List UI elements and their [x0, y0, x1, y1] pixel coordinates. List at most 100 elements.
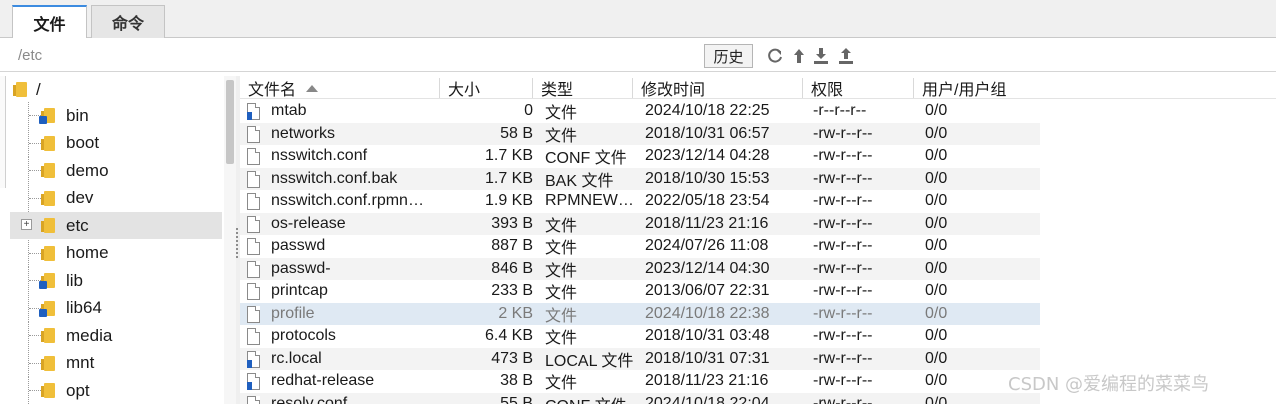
tree-item-dev[interactable]: dev [10, 184, 222, 212]
column-header-modified[interactable]: 修改时间 [633, 78, 803, 99]
file-name-cell: os-release [271, 214, 346, 232]
tree-item-label: / [36, 79, 41, 99]
tree-item-home[interactable]: home [10, 239, 222, 267]
file-modified-cell: 2018/10/31 06:57 [645, 124, 770, 142]
tree-item-demo[interactable]: demo [10, 157, 222, 184]
tree-item-bin[interactable]: bin [10, 102, 222, 129]
file-owner-cell: 0/0 [925, 147, 948, 165]
file-permissions-cell: -rw-r--r-- [813, 372, 873, 390]
file-size-cell: 846 B [491, 259, 533, 277]
file-owner-cell: 0/0 [925, 237, 948, 255]
file-permissions-cell: -rw-r--r-- [813, 327, 873, 345]
file-owner-cell: 0/0 [925, 394, 948, 404]
file-modified-cell: 2018/11/23 21:16 [645, 214, 769, 232]
file-icon [247, 193, 261, 210]
table-row[interactable]: mtab 0 文件 2024/10/18 22:25 -r--r--r-- 0/0 [240, 100, 1040, 123]
path-input[interactable] [10, 42, 700, 68]
file-owner-cell: 0/0 [925, 349, 948, 367]
file-owner-cell: 0/0 [925, 214, 948, 232]
table-row[interactable]: profile 2 KB 文件 2024/10/18 22:38 -rw-r--r-- 0… [240, 302, 1040, 325]
tree-item-label: demo [66, 160, 109, 180]
tree-item-label: etc [66, 215, 89, 235]
table-row[interactable]: resolv.conf 55 B CONF 文件 2024/10/18 22:04 -r… [240, 392, 1040, 404]
column-header-label: 用户/用户组 [922, 82, 1007, 99]
expand-icon[interactable]: + [21, 219, 32, 230]
folder-icon [41, 163, 55, 178]
file-list-header: 文件名 大小 类型 修改时间 权限 用户/用户组 [240, 76, 1276, 99]
table-row[interactable]: redhat-release 38 B 文件 2018/11/23 21:16 -rw-… [240, 370, 1040, 393]
table-row[interactable]: protocols 6.4 KB 文件 2018/10/31 03:48 -rw-r--… [240, 325, 1040, 348]
file-type-cell: 文件 [545, 105, 578, 123]
tree-item-label: lib [66, 270, 84, 290]
file-size-cell: 2 KB [498, 304, 533, 322]
go-up-icon[interactable] [789, 46, 809, 66]
column-header-label: 大小 [448, 82, 481, 99]
column-header-type[interactable]: 类型 [533, 78, 633, 99]
column-header-owner[interactable]: 用户/用户组 [914, 78, 1034, 99]
download-icon[interactable] [811, 46, 831, 66]
tree-item-label: boot [66, 133, 100, 152]
file-icon [247, 350, 261, 368]
file-icon [247, 260, 261, 278]
tree-root[interactable]: / [10, 76, 222, 103]
tree-item-media[interactable]: media [10, 322, 222, 349]
file-permissions-cell: -rw-r--r-- [813, 124, 873, 142]
tree-item-etc[interactable]: + etc [10, 212, 222, 239]
folder-icon [41, 383, 55, 398]
file-modified-cell: 2024/10/18 22:04 [645, 394, 770, 404]
table-row[interactable]: nsswitch.conf 1.7 KB CONF 文件 2023/12/14 04:… [240, 145, 1040, 168]
file-modified-cell: 2024/10/18 22:25 [645, 102, 770, 120]
file-type-cell: 文件 [545, 285, 578, 303]
file-icon [247, 395, 261, 404]
file-size-cell: 887 B [491, 237, 533, 255]
file-permissions-cell: -rw-r--r-- [813, 349, 873, 367]
file-type-cell: 文件 [545, 262, 578, 280]
symlink-icon [247, 112, 252, 120]
tab-files[interactable]: 文件 [12, 5, 87, 39]
tree-item-boot[interactable]: boot [10, 129, 222, 157]
sort-ascending-icon [306, 84, 319, 92]
file-name-cell: profile [271, 304, 315, 322]
history-button[interactable]: 历史 [704, 44, 753, 68]
table-row[interactable]: printcap 233 B 文件 2013/06/07 22:31 -rw-r--r-… [240, 280, 1040, 303]
refresh-icon[interactable] [765, 46, 785, 66]
file-permissions-cell: -rw-r--r-- [813, 237, 873, 255]
file-name-cell: printcap [271, 282, 328, 300]
table-row[interactable]: rc.local 473 B LOCAL 文件 2018/10/31 07:31 -rw… [240, 347, 1040, 370]
column-header-name[interactable]: 文件名 [240, 78, 440, 99]
file-type-cell: 文件 [545, 375, 578, 393]
table-row[interactable]: networks 58 B 文件 2018/10/31 06:57 -rw-r--r--… [240, 122, 1040, 145]
tree-item-opt[interactable]: opt [10, 377, 222, 404]
file-name-cell: networks [271, 124, 336, 142]
tree-item-lib[interactable]: lib [10, 267, 222, 294]
file-icon [247, 328, 261, 345]
tree-item-mnt[interactable]: mnt [10, 349, 222, 377]
column-header-permissions[interactable]: 权限 [803, 78, 914, 99]
tree-scrollbar-thumb[interactable] [226, 80, 234, 164]
file-name-cell: protocols [271, 327, 336, 345]
file-icon [247, 103, 261, 120]
column-header-label: 类型 [541, 82, 574, 99]
table-row[interactable]: nsswitch.conf.bak 1.7 KB BAK 文件 2018/10/30 … [240, 167, 1040, 190]
file-modified-cell: 2023/12/14 04:28 [645, 147, 770, 165]
file-owner-cell: 0/0 [925, 259, 948, 277]
file-size-cell: 38 B [500, 372, 533, 390]
column-header-size[interactable]: 大小 [440, 78, 533, 99]
file-modified-cell: 2018/10/30 15:53 [645, 169, 770, 187]
file-name-cell: rc.local [271, 349, 322, 367]
file-modified-cell: 2018/11/23 21:16 [645, 372, 769, 390]
file-icon [247, 125, 261, 143]
tree-item-lib64[interactable]: lib64 [10, 294, 222, 322]
tab-commands[interactable]: 命令 [91, 5, 165, 38]
table-row[interactable]: passwd 887 B 文件 2024/07/26 11:08 -rw-r--r-- 0… [240, 235, 1040, 258]
table-row[interactable]: nsswitch.conf.rpmn… 1.9 KB RPMNEW… 2022/05/… [240, 190, 1040, 213]
file-name-cell: passwd [271, 237, 326, 255]
table-row[interactable]: os-release 393 B 文件 2018/11/23 21:16 -rw-r--… [240, 212, 1040, 235]
file-owner-cell: 0/0 [925, 304, 948, 322]
directory-tree: / bin boot demo dev + etc home lib lib64… [10, 76, 236, 404]
file-owner-cell: 0/0 [925, 124, 948, 142]
folder-icon [13, 82, 27, 97]
table-row[interactable]: passwd- 846 B 文件 2023/12/14 04:30 -rw-r--r--… [240, 257, 1040, 280]
upload-icon[interactable] [836, 46, 856, 66]
file-size-cell: 473 B [491, 349, 533, 367]
